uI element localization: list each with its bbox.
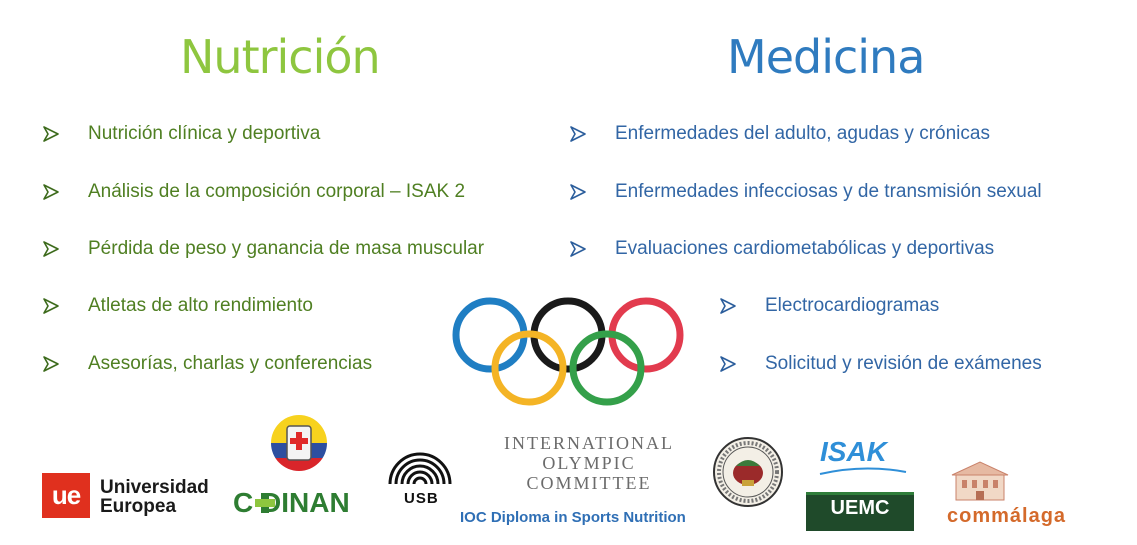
nutrition-heading: Nutrición bbox=[180, 30, 381, 84]
nutrition-item: Pérdida de peso y ganancia de masa muscu… bbox=[88, 238, 485, 259]
arrowhead-bullet-icon bbox=[720, 298, 736, 314]
medicine-item: Solicitud y revisión de exámenes bbox=[765, 353, 1042, 374]
medicine-heading: Medicina bbox=[727, 30, 925, 84]
nutrition-item: Nutrición clínica y deportiva bbox=[88, 123, 321, 144]
arrowhead-bullet-icon bbox=[570, 241, 586, 257]
arrowhead-bullet-icon bbox=[570, 126, 586, 142]
usb-logo: USB bbox=[404, 490, 439, 507]
medicine-item: Enfermedades infecciosas y de transmisió… bbox=[615, 181, 1042, 202]
arrowhead-bullet-icon bbox=[43, 241, 59, 257]
arrowhead-bullet-icon bbox=[43, 298, 59, 314]
ioc-line1: INTERNATIONAL bbox=[504, 433, 674, 453]
universidad-europea-mark: ue bbox=[42, 473, 90, 518]
olympic-rings-icon bbox=[452, 297, 684, 406]
medical-phone-badge-icon bbox=[271, 415, 327, 471]
nutrition-item: Análisis de la composición corporal – IS… bbox=[88, 181, 466, 202]
ue-name-line1: Universidad bbox=[100, 477, 209, 498]
medicine-item: Evaluaciones cardiometabólicas y deporti… bbox=[615, 238, 995, 259]
university-seal-icon bbox=[713, 437, 783, 507]
codinan-logo: C DINAN bbox=[233, 487, 350, 518]
commalaga-logo: commálaga bbox=[947, 505, 1067, 527]
uemc-logo: UEMC bbox=[830, 497, 890, 519]
arrowhead-bullet-icon bbox=[43, 184, 59, 200]
arrowhead-bullet-icon bbox=[720, 356, 736, 372]
arrowhead-bullet-icon bbox=[43, 356, 59, 372]
ioc-line3: COMMITTEE bbox=[526, 473, 652, 493]
ioc-diploma-label: IOC Diploma in Sports Nutrition bbox=[460, 509, 686, 526]
codinan-cross-icon bbox=[255, 493, 275, 513]
building-icon bbox=[951, 461, 1009, 501]
nutrition-item: Atletas de alto rendimiento bbox=[88, 295, 313, 316]
medicine-item: Enfermedades del adulto, agudas y crónic… bbox=[615, 123, 990, 144]
arrowhead-bullet-icon bbox=[43, 126, 59, 142]
ioc-name: INTERNATIONAL OLYMPIC COMMITTEE bbox=[480, 433, 698, 493]
isak-swoosh-icon bbox=[819, 467, 907, 475]
nutrition-item: Asesorías, charlas y conferencias bbox=[88, 353, 373, 374]
usb-dome-icon bbox=[388, 452, 452, 485]
arrowhead-bullet-icon bbox=[570, 184, 586, 200]
ioc-line2: OLYMPIC bbox=[542, 453, 636, 473]
medicine-item: Electrocardiogramas bbox=[765, 295, 940, 316]
isak-logo: ISAK bbox=[820, 436, 887, 467]
universidad-europea-logo: Universidad Europea bbox=[100, 478, 209, 516]
ue-name-line2: Europea bbox=[100, 496, 177, 517]
